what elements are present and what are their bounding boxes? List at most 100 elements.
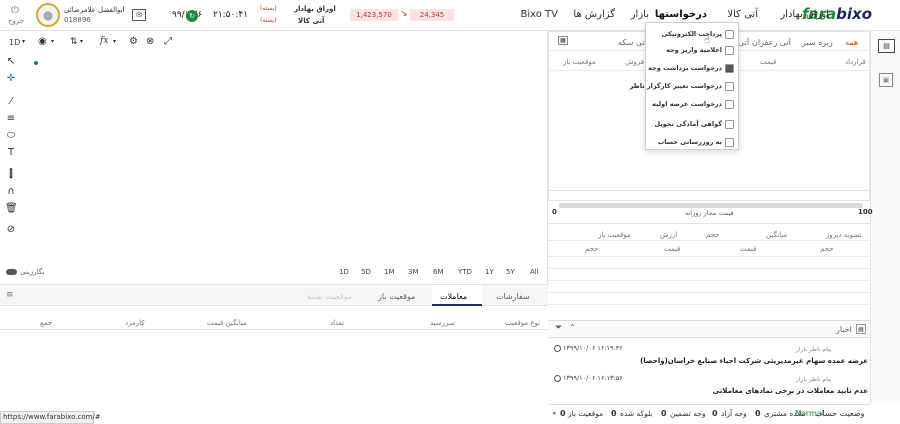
timeframe-6m[interactable]: 6M [433,268,444,276]
header-ask-price: قیمت [664,245,681,253]
timeframe-1m[interactable]: 1M [384,268,395,276]
menu-requests[interactable]: درخواستها [655,9,707,20]
news-source: پیام ناظر بازار [796,346,832,353]
timeframe-1y[interactable]: 1Y [485,268,494,276]
dropdown-item-change-broker[interactable]: درخواست تغییر کارگزار ناظر [630,79,736,95]
calendar-icon[interactable]: ▦ [558,36,568,45]
menu-reports[interactable]: گزارش ها [573,9,615,20]
news-headline[interactable]: عدم تایید معاملات در برخی نمادهای معاملا… [713,387,868,395]
chart-panel [0,31,548,284]
status-open-label: موقعیت باز [568,409,604,418]
gear-icon[interactable]: ⚙ [129,36,138,47]
update-icon [725,138,734,147]
status-url: https://www.farabixo.com/# [3,413,101,421]
draw-mode-label: نگارزینی [20,268,45,276]
timeframe-1d[interactable]: 1D [339,268,349,276]
magnet-icon[interactable]: ∩ [5,186,17,198]
cursor-icon[interactable]: ↖ [5,56,17,68]
logout-icon[interactable]: ⏻ [11,5,19,16]
header-sell: فروش [625,58,645,66]
ellipse-icon[interactable]: ⬭ [5,130,17,142]
chevron-left-icon[interactable]: ◂ [552,409,556,417]
ipo-icon [725,100,734,109]
dropdown-item-withdraw-request[interactable]: درخواست برداشت وجه [648,61,736,77]
ticker-status-2: (بسته) [260,17,277,24]
timeframe-all[interactable]: All [530,268,539,276]
compare-icon[interactable]: ⇅ [70,37,78,47]
dropdown-item-electronic-payment[interactable]: پرداخت الکترونیکی [650,27,736,43]
dropdown-item-deposit-notice[interactable]: اعلامیه واریز وجه [650,43,736,59]
tab-all[interactable]: همه [845,38,858,47]
draw-mode-toggle[interactable] [6,269,17,275]
header-average: میانگین [766,231,788,239]
divider [548,240,870,241]
chevron-down-icon[interactable]: ▾ [80,38,83,45]
trash-icon[interactable]: 🗑 [5,203,18,215]
tab-closed-positions[interactable]: موقعیت بسته [307,292,352,301]
orderbook-row [548,304,870,305]
header-avg-price: میانگین قیمت [207,319,247,327]
tab-orders[interactable]: سفارشات [496,292,530,301]
filter-icon[interactable]: ⏷ [555,323,562,333]
layers-icon[interactable]: ▣ [879,73,893,87]
interval-selector[interactable]: 1D [9,38,20,47]
timeframe-3m[interactable]: 3M [408,268,419,276]
avatar[interactable]: ● [36,3,60,27]
status-credit-label: مانده مشتری [764,409,806,418]
orderbook-row [548,280,870,281]
dropdown-item-update-account[interactable]: به روزرسانی حساب [650,135,736,151]
header-position-type: نوع موقعیت [505,319,541,327]
timeframe-5y[interactable]: 5Y [506,268,515,276]
close-circle-icon[interactable]: ⊗ [146,36,154,47]
tab-open-positions[interactable]: موقعیت باز [378,292,415,301]
range-min: 0 [552,208,557,216]
chart-marker [34,61,38,65]
menu-commodity-futures[interactable]: آتی کالا [727,9,758,20]
chevron-down-icon[interactable]: ▾ [22,38,25,45]
dropdown-item-ipo-request[interactable]: درخواست عرضه اولیه [650,97,736,113]
brand-logo-part2: bixo [836,5,872,23]
menu-icon[interactable]: ≡ [6,290,14,300]
tab-cumin[interactable]: زیره سبز [802,38,833,47]
measure-icon[interactable]: ⫿ [5,169,17,181]
logout-label[interactable]: خروج [8,17,24,25]
withdraw-icon [725,64,734,73]
clock-icon [554,375,561,382]
header-value: ارزش [660,231,678,239]
ticker-name-commodity[interactable]: آتی کالا [298,17,324,25]
eye-icon[interactable]: ◉ [38,36,47,47]
chevron-down-icon[interactable]: ▾ [113,38,116,45]
tab-trades[interactable]: معاملات [440,292,467,301]
tab-coin[interactable]: آتی سکه [618,38,647,47]
news-headline[interactable]: عرضه عمده سهام غیرمدیریتی شرکت احیاء صنا… [640,357,868,365]
tab-futures[interactable]: آتی [738,38,749,47]
trendline-icon[interactable]: ⁄ [5,96,17,108]
crosshair-icon[interactable]: ✛ [5,73,17,85]
timeframe-5d[interactable]: 5D [361,268,371,276]
link-icon[interactable]: ⊘ [5,224,17,236]
header-yesterday-settle: تسویه دیروز [826,231,862,239]
menu-securities[interactable]: اوراق بهادار [780,9,829,20]
header-contract: قرارداد [845,58,866,66]
broker-icon [725,82,734,91]
status-free-label: وجه آزاد [721,409,747,418]
ticker-name-securities[interactable]: اوراق بهادار [294,5,336,13]
indicators-button[interactable]: fx [100,36,108,46]
ticker-status-1: (بسته) [260,5,277,12]
status-guarantee-value: 0 [661,409,667,418]
text-tool-icon[interactable]: T [5,147,17,159]
chevron-down-icon[interactable]: ▾ [51,38,54,45]
chevron-up-icon[interactable]: ⌃ [569,323,576,332]
dropdown-item-delivery-certificate[interactable]: گواهی آمادگی تحویل [650,117,736,133]
status-credit-value: 0 [755,409,761,418]
timeframe-ytd[interactable]: YTD [458,268,472,276]
mail-icon[interactable]: ✉ [132,9,146,21]
menu-market[interactable]: بازار [631,9,649,20]
certificate-icon [725,120,734,129]
horizontal-lines-icon[interactable]: ≡ [5,113,17,125]
tab-saffron[interactable]: آتی زعفران [752,38,791,47]
monitor-icon[interactable]: ▤ [878,39,895,53]
fullscreen-icon[interactable]: ⤢ [164,36,172,47]
status-guarantee-label: وجه تضمین [670,409,706,418]
menu-bixo-tv[interactable]: Bixo TV [521,9,559,20]
